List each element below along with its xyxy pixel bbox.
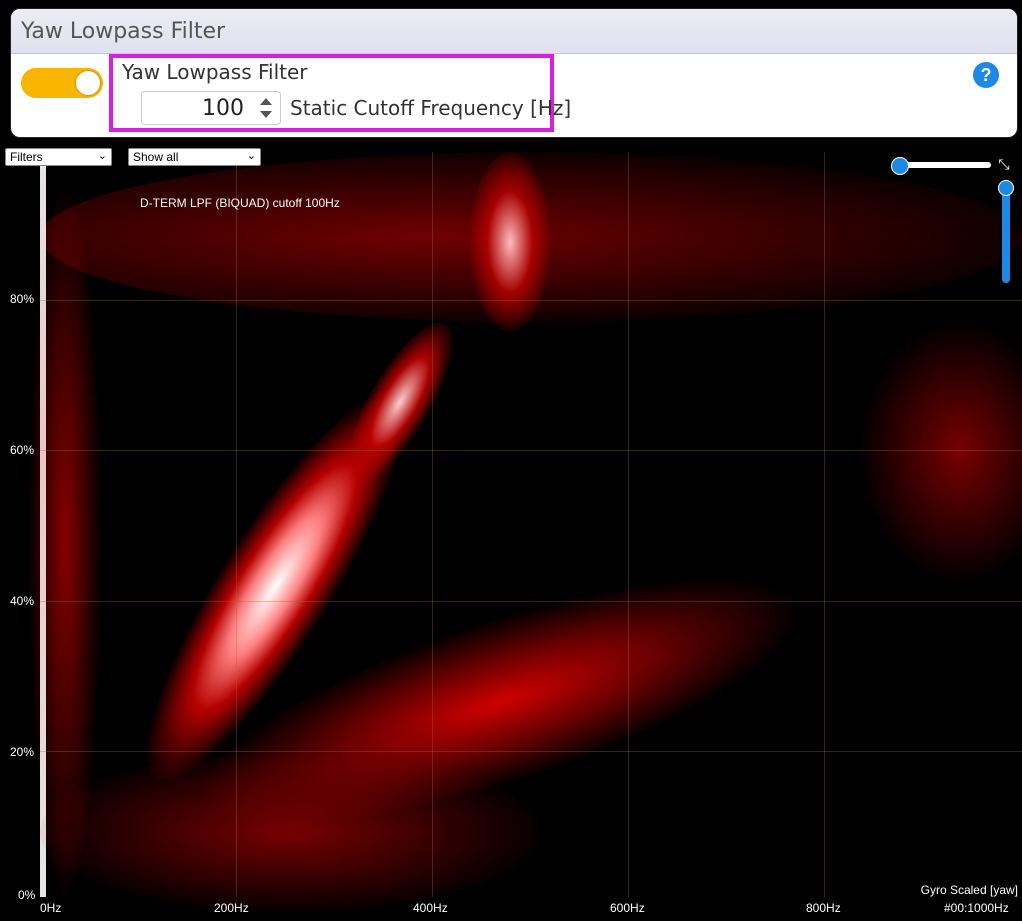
grid-40 (40, 601, 1022, 602)
panel-body: Yaw Lowpass Filter 100 Static Cutoff Fre… (11, 54, 1017, 137)
x-label-200hz: 200Hz (214, 901, 249, 915)
zoom-vertical-knob[interactable] (998, 180, 1014, 196)
panel-title: Yaw Lowpass Filter (21, 18, 226, 44)
x-label-800hz: 800Hz (806, 901, 841, 915)
zoom-horizontal-knob[interactable] (891, 157, 909, 175)
x-label-1000hz: #00:1000Hz (944, 901, 1009, 915)
y-label-20: 20% (10, 745, 35, 759)
cutoff-spinner[interactable] (256, 94, 276, 122)
show-select-label: Show all (133, 150, 179, 164)
chevron-down-icon: ⌄ (97, 150, 107, 162)
filters-select-label: Filters (10, 150, 43, 164)
grid-20 (40, 751, 1022, 752)
grid-60 (40, 450, 1022, 451)
y-label-0: 0% (18, 888, 36, 902)
grid-800hz (824, 152, 825, 897)
show-select[interactable]: Show all ⌄ (128, 148, 261, 166)
spin-down-icon[interactable] (260, 111, 272, 118)
expand-icon[interactable]: ⤡ (996, 156, 1012, 172)
grid-200hz (236, 152, 237, 897)
heat-bottom (40, 752, 540, 912)
filters-select[interactable]: Filters ⌄ (5, 148, 112, 166)
y-label-80: 80% (10, 292, 35, 306)
toggle-knob[interactable] (76, 71, 100, 95)
yaw-lowpass-panel: Yaw Lowpass Filter Yaw Lowpass Filter 10… (10, 8, 1018, 138)
y-label-40: 40% (10, 594, 35, 608)
spectrum-analyzer: Filters ⌄ Show all ⌄ D-TERM LPF (BIQUAD)… (0, 146, 1022, 921)
heat-peak-top (470, 152, 550, 332)
filter-label: Yaw Lowpass Filter (122, 60, 308, 84)
trace-label: Gyro Scaled [yaw] (920, 883, 1018, 897)
grid-400hz (432, 152, 433, 897)
x-label-400hz: 400Hz (413, 901, 448, 915)
cutoff-frequency-input[interactable]: 100 (141, 91, 281, 125)
zoom-vertical-slider[interactable] (998, 180, 1014, 283)
grid-80 (40, 300, 1022, 301)
heat-diagonal-top (329, 309, 471, 495)
heat-right (860, 322, 1022, 582)
panel-header: Yaw Lowpass Filter (11, 9, 1017, 54)
zoom-horizontal-slider[interactable] (891, 157, 991, 175)
cutoff-value[interactable]: 100 (202, 96, 244, 121)
spectrum-heatmap (30, 152, 1022, 912)
chevron-down-icon: ⌄ (246, 150, 256, 162)
x-label-0hz: 0Hz (40, 901, 62, 915)
cutoff-label: Static Cutoff Frequency [Hz] (290, 96, 572, 120)
filter-legend: D-TERM LPF (BIQUAD) cutoff 100Hz (140, 196, 340, 210)
heat-left-edge (40, 152, 46, 897)
grid-600hz (628, 152, 629, 897)
y-label-60: 60% (10, 443, 35, 457)
x-label-600hz: 600Hz (610, 901, 645, 915)
spin-up-icon[interactable] (260, 98, 272, 105)
yaw-lowpass-toggle[interactable] (21, 68, 103, 98)
help-icon[interactable]: ? (973, 62, 999, 88)
